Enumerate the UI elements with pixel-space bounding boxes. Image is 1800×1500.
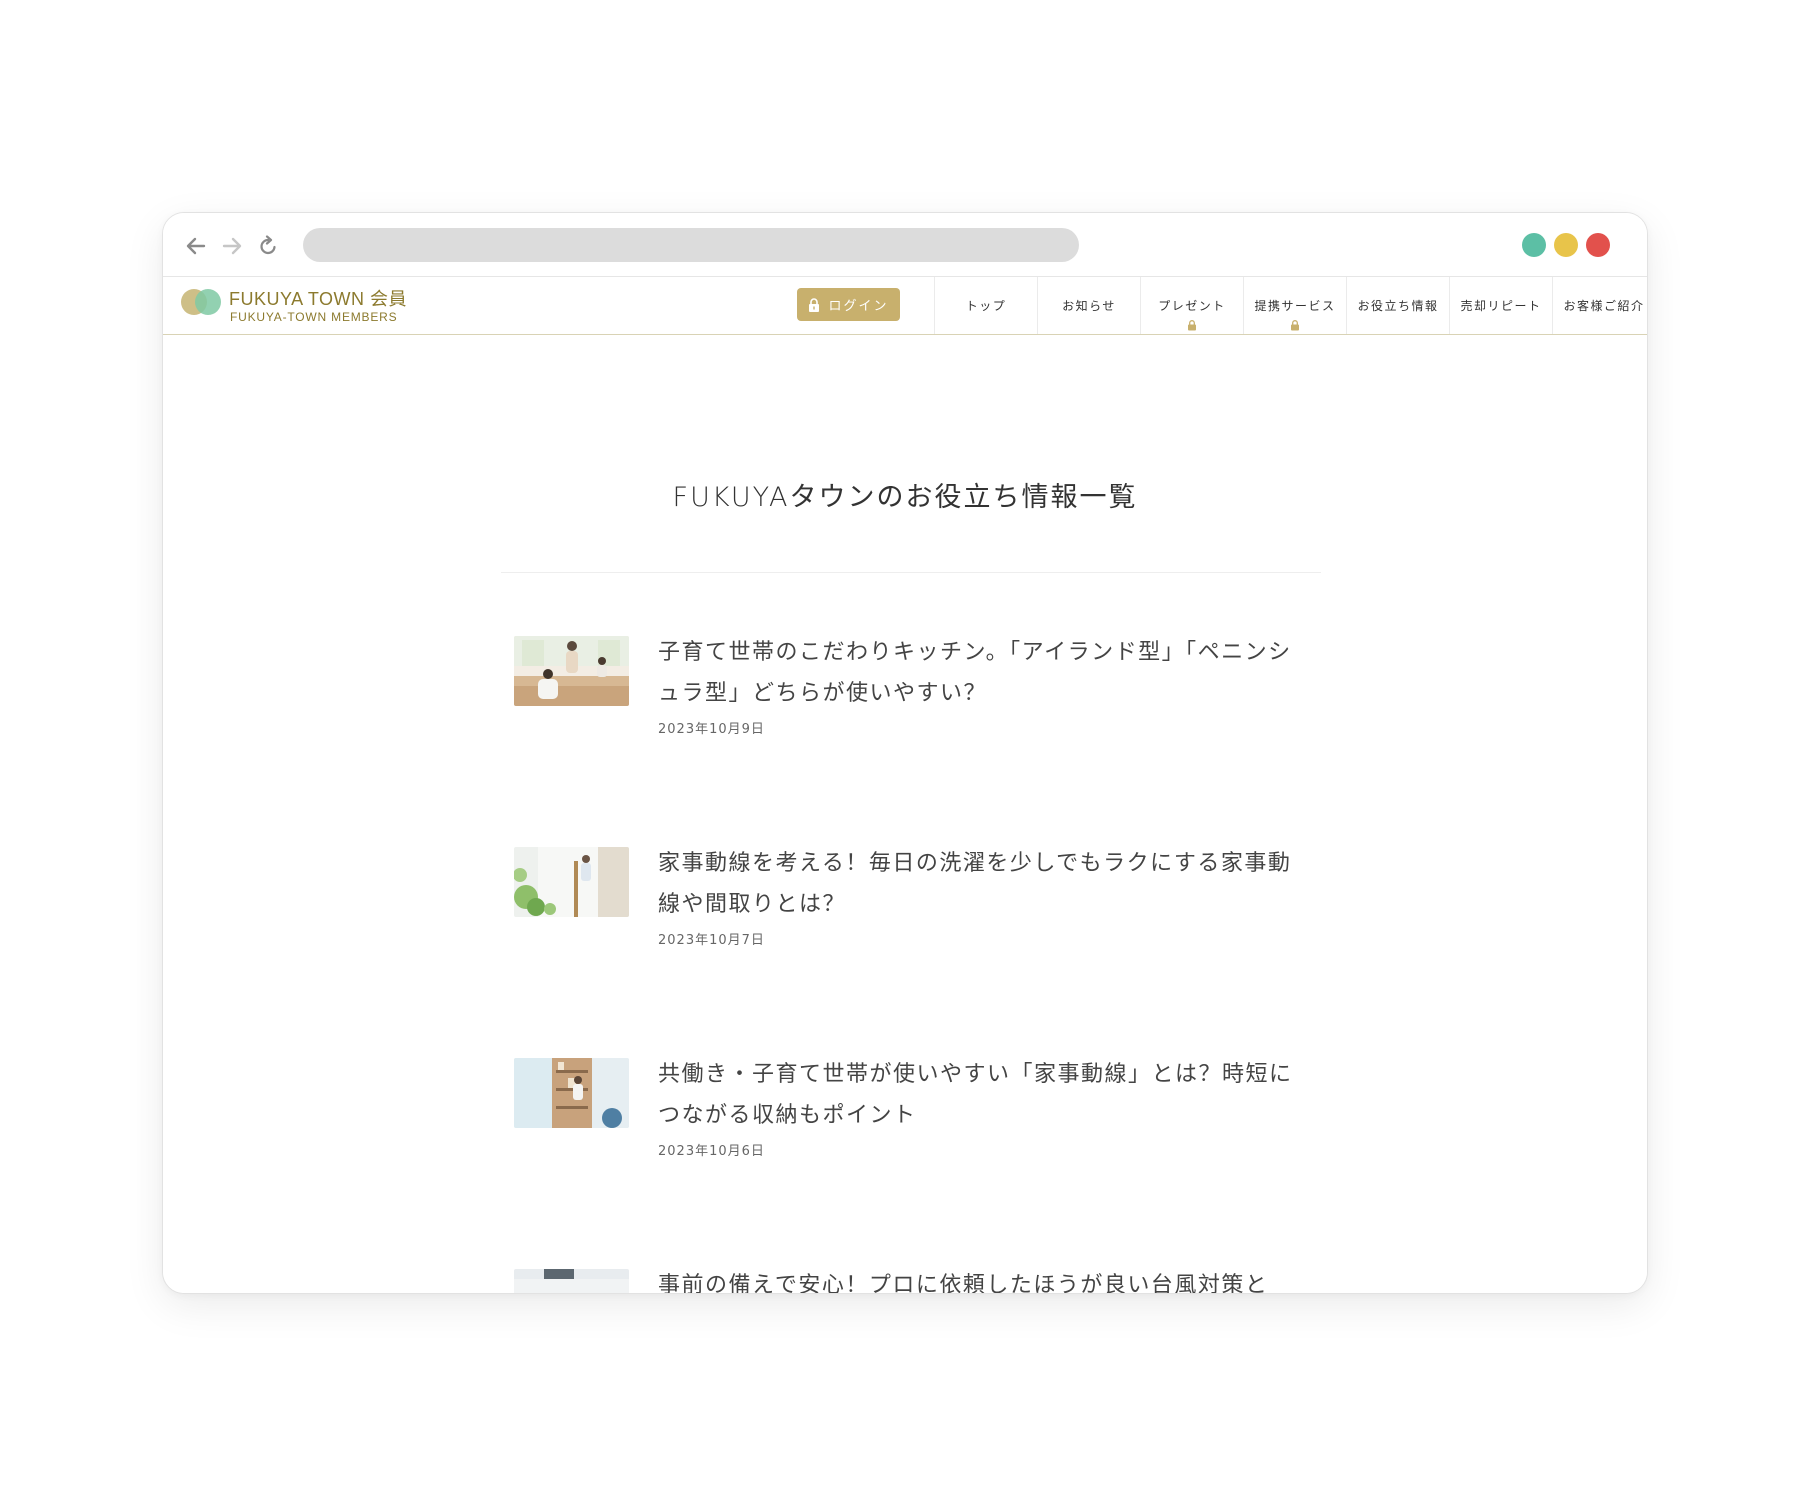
article-thumbnail[interactable]: [514, 1269, 629, 1293]
title-divider: [501, 572, 1321, 573]
nav-item-top[interactable]: トップ: [934, 277, 1037, 334]
article-title[interactable]: 事前の備えで安心！プロに依頼したほうが良い台風対策と: [658, 1265, 1298, 1293]
nav-item-partner-services[interactable]: 提携サービス: [1243, 277, 1346, 334]
address-bar[interactable]: [303, 228, 1079, 262]
nav-item-sell-repeat[interactable]: 売却リピート: [1449, 277, 1552, 334]
nav-item-news[interactable]: お知らせ: [1037, 277, 1140, 334]
window-maximize-dot[interactable]: [1522, 233, 1546, 257]
nav-label: お役立ち情報: [1357, 299, 1439, 313]
article-date: 2023年10月9日: [658, 722, 765, 737]
logo-title[interactable]: FUKUYA TOWN 会員: [229, 285, 407, 311]
page-title: FUKUYAタウンのお役立ち情報一覧: [672, 482, 1138, 513]
article-thumbnail[interactable]: [514, 1058, 629, 1128]
article-item[interactable]: 共働き・子育て世帯が使いやすい「家事動線」とは？時短につながる収納もポイント 2…: [514, 1054, 1314, 1194]
window-minimize-dot[interactable]: [1554, 233, 1578, 257]
nav-item-useful-info[interactable]: お役立ち情報: [1346, 277, 1449, 334]
global-nav: トップ お知らせ プレゼント 提携サービス お役立ち情報 売却リピート お客様ご…: [934, 277, 1647, 334]
forward-arrow-icon[interactable]: [219, 233, 245, 259]
article-item[interactable]: 家事動線を考える！毎日の洗濯を少しでもラクにする家事動線や間取りとは？ 2023…: [514, 843, 1314, 983]
article-item[interactable]: 子育て世帯のこだわりキッチン。「アイランド型」「ペニンシュラ型」どちらが使いやす…: [514, 632, 1314, 772]
article-item[interactable]: 事前の備えで安心！プロに依頼したほうが良い台風対策と: [514, 1265, 1314, 1293]
article-title[interactable]: 子育て世帯のこだわりキッチン。「アイランド型」「ペニンシュラ型」どちらが使いやす…: [658, 632, 1298, 714]
window-close-dot[interactable]: [1586, 233, 1610, 257]
logo-circles-icon[interactable]: [181, 289, 223, 317]
site-header: FUKUYA TOWN 会員 FUKUYA-TOWN MEMBERS ログイン …: [163, 277, 1647, 335]
article-thumbnail[interactable]: [514, 847, 629, 917]
browser-window: FUKUYA TOWN 会員 FUKUYA-TOWN MEMBERS ログイン …: [162, 212, 1648, 1294]
lock-icon: [1188, 320, 1197, 331]
back-arrow-icon[interactable]: [183, 233, 209, 259]
lock-icon: [809, 297, 820, 312]
nav-label: 売却リピート: [1460, 299, 1542, 313]
nav-item-present[interactable]: プレゼント: [1140, 277, 1243, 334]
nav-label: お客様ご紹介: [1563, 299, 1645, 313]
nav-label: 提携サービス: [1254, 299, 1336, 313]
browser-toolbar: [163, 213, 1647, 277]
nav-label: お知らせ: [1062, 299, 1116, 313]
main-content: FUKUYAタウンのお役立ち情報一覧 子育て世帯のこだわりキッチン。「アイランド…: [163, 335, 1647, 1293]
article-date: 2023年10月7日: [658, 933, 765, 948]
lock-icon: [1291, 320, 1300, 331]
login-label: ログイン: [828, 299, 889, 314]
article-thumbnail[interactable]: [514, 636, 629, 706]
article-title[interactable]: 家事動線を考える！毎日の洗濯を少しでもラクにする家事動線や間取りとは？: [658, 843, 1298, 925]
article-date: 2023年10月6日: [658, 1144, 765, 1159]
login-button[interactable]: ログイン: [797, 288, 900, 321]
nav-label: トップ: [965, 299, 1007, 313]
nav-label: プレゼント: [1158, 299, 1226, 313]
nav-item-customer-referral[interactable]: お客様ご紹介: [1552, 277, 1647, 334]
logo-subtitle: FUKUYA-TOWN MEMBERS: [230, 310, 398, 324]
article-title[interactable]: 共働き・子育て世帯が使いやすい「家事動線」とは？時短につながる収納もポイント: [658, 1054, 1298, 1136]
reload-icon[interactable]: [255, 233, 281, 259]
